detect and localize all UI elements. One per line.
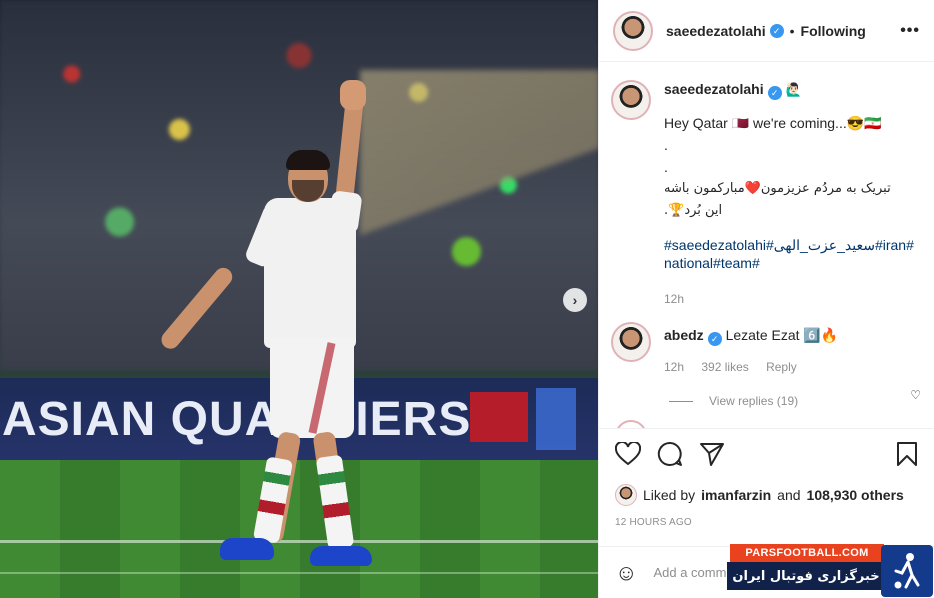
action-bar [599,428,934,484]
liked-by-user[interactable]: imanfarzin [701,487,771,503]
post-timestamp[interactable]: 12 HOURS AGO [615,517,692,528]
player-hand [340,80,366,110]
avatar[interactable] [615,420,647,428]
comment-icon[interactable] [657,441,683,472]
parsfootball-watermark: PARSFOOTBALL.COM خبرگزاری فوتبال ایران [727,544,934,598]
view-replies-label: View replies (19) [709,394,799,408]
avatar[interactable] [613,10,653,51]
watermark-tagline: خبرگزاری فوتبال ایران [727,562,885,590]
comment: abedz ✓ Lezate Ezat 6️⃣🔥 12h 392 likes Re… [599,308,934,376]
comment-like-heart-icon[interactable]: ♡ [910,388,921,402]
replies-divider [669,400,693,402]
emoji-smile-icon[interactable]: ☺ [615,560,637,586]
player-boot [310,546,372,566]
verified-badge-icon: ✓ [769,23,784,38]
stadium-stand [360,70,598,310]
caption-body: saeedezatolahi ✓ 🙋🏻‍♂️ Hey Qatar 🇶🇦 we're… [664,80,918,308]
header-username[interactable]: saeedezatolahi [666,23,766,39]
next-photo-button[interactable]: › [563,288,587,312]
view-replies-button[interactable]: View replies (19) [669,394,934,408]
watermark-site: PARSFOOTBALL.COM [730,544,884,562]
player-sock [315,454,355,550]
player-boot [220,538,274,560]
likes-prefix: Liked by [643,487,696,503]
avatar[interactable] [615,484,637,506]
football-player-logo-icon [881,545,933,597]
caption-persian-line: این بُرد🏆. [664,203,723,218]
verified-badge-icon: ✓ [767,86,782,100]
post-panel: saeedezatolahi ✓ • Following ••• saeedez… [598,0,934,598]
separator-dot: • [789,22,795,39]
caption-username[interactable]: saeedezatolahi [664,81,764,97]
caption-hashtags[interactable]: #saeedezatolahi#سعید_عزت_الهی#iran#natio… [664,236,918,272]
comments-section[interactable]: saeedezatolahi ✓ 🙋🏻‍♂️ Hey Qatar 🇶🇦 we're… [599,62,934,428]
comment-meta: 12h 392 likes Reply [664,358,918,376]
likes-count[interactable]: 108,930 others [807,487,904,503]
post-photo[interactable]: ASIAN QUALIFIERS › [0,0,598,598]
comment-time: 12h [664,360,685,374]
bookmark-icon[interactable] [895,441,919,472]
comment-body: abedz ✓ Lezate Ezat 6️⃣🔥 12h 392 likes Re… [664,322,918,376]
share-icon[interactable] [699,441,725,472]
likes-summary: Liked by imanfarzin and 108,930 others [615,484,904,506]
more-options-icon[interactable]: ••• [900,22,920,40]
chevron-right-icon: › [572,292,578,308]
player-hair [286,150,330,170]
caption-dot: . [664,137,668,153]
caption-persian-line: تبریک به مردُم عزیزمون❤️مبارکمون باشه [664,181,891,196]
heart-icon[interactable] [614,440,642,471]
avatar[interactable] [611,322,651,362]
post-header: saeedezatolahi ✓ • Following ••• [599,0,934,62]
caption-dot: . [664,159,668,175]
caption-line: Hey Qatar 🇶🇦 we're coming...😎🇮🇷 [664,115,882,131]
caption: saeedezatolahi ✓ 🙋🏻‍♂️ Hey Qatar 🇶🇦 we're… [599,62,934,308]
board-blue-graphic [536,388,576,450]
avatar[interactable] [611,80,651,120]
board-flag-graphic [470,392,528,442]
pitch-line [0,572,598,574]
following-button[interactable]: Following [801,23,866,39]
caption-time: 12h [664,292,685,306]
player-figure [157,80,380,570]
comment-likes[interactable]: 392 likes [701,360,748,374]
raising-hand-emoji: 🙋🏻‍♂️ [785,82,802,97]
verified-badge-icon: ✓ [707,332,722,346]
comment-text: Lezate Ezat 6️⃣🔥 [725,327,839,343]
reply-button[interactable]: Reply [766,360,797,374]
comment-username[interactable]: abedz [664,327,704,343]
likes-and: and [777,487,801,503]
